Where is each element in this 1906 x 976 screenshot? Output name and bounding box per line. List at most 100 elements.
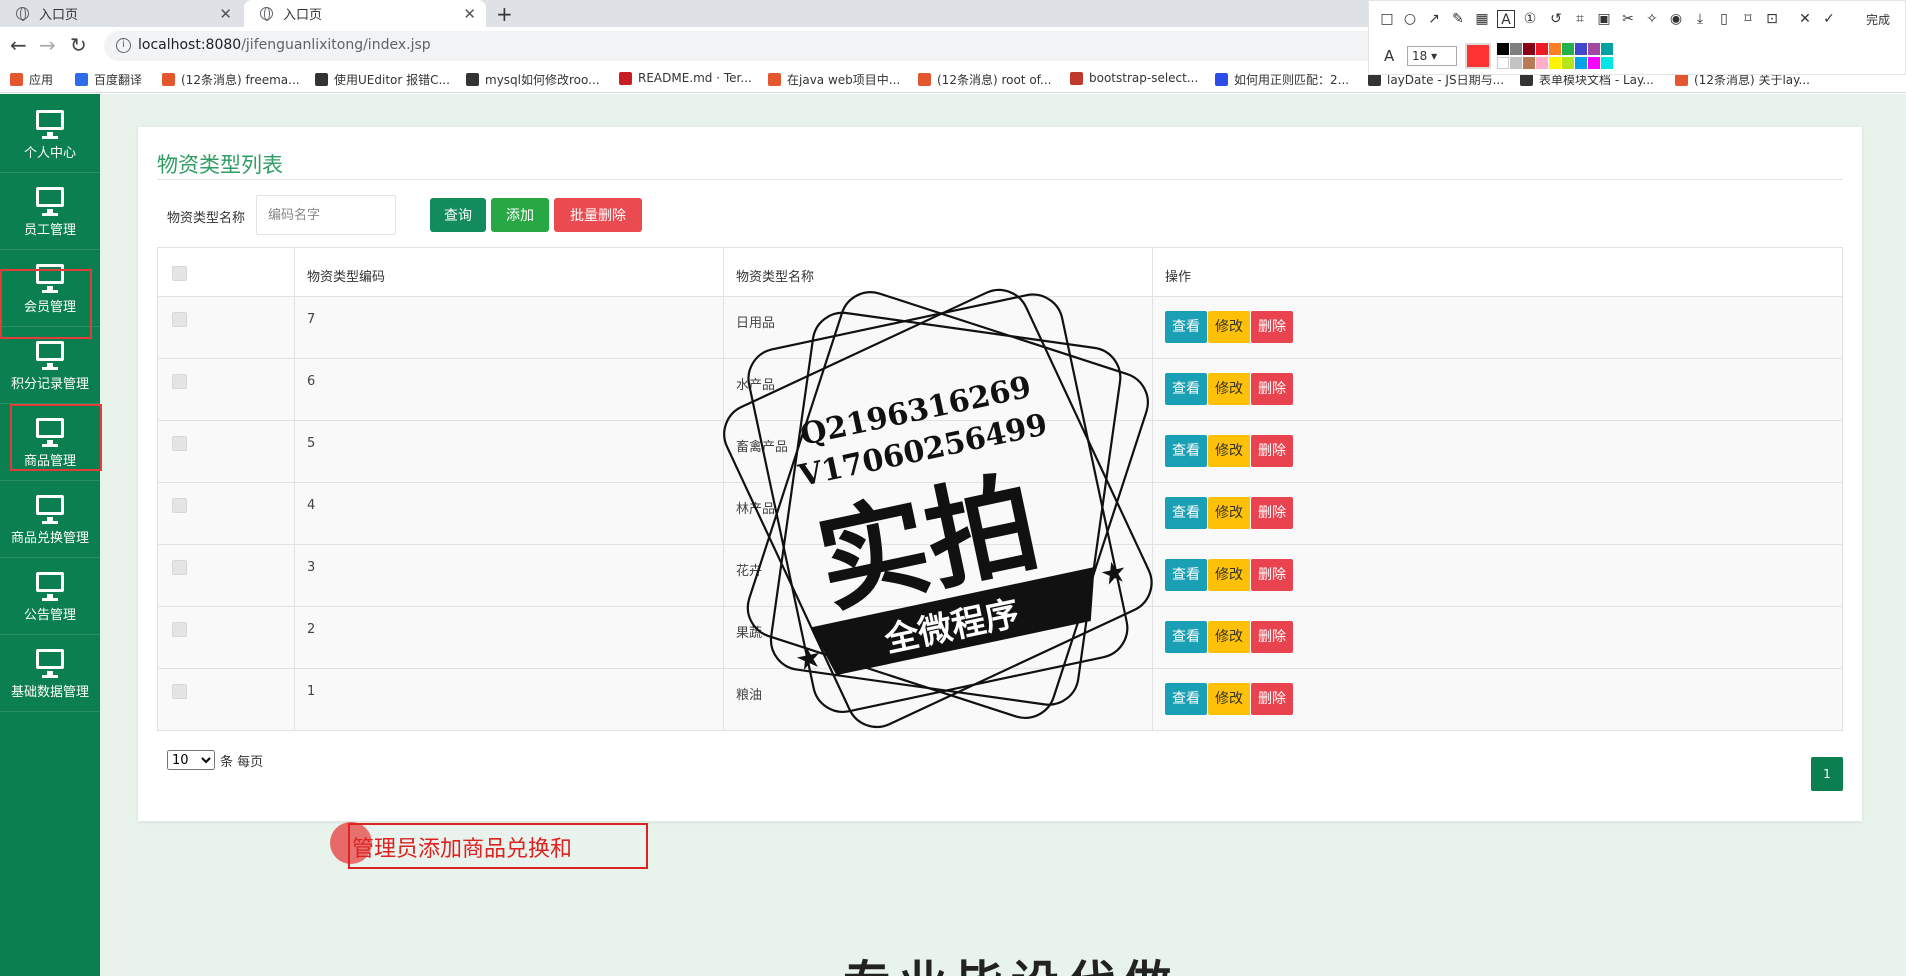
ellipse-tool-icon[interactable]: ○ — [1401, 10, 1419, 28]
baidu-paw-icon — [1215, 73, 1228, 86]
info-icon[interactable]: i — [116, 38, 131, 53]
color-swatch[interactable] — [1562, 57, 1574, 69]
color-swatch[interactable] — [1549, 43, 1561, 55]
download-icon[interactable]: ⤓ — [1691, 10, 1709, 28]
page-size-select[interactable]: 10 — [167, 750, 215, 770]
row-checkbox[interactable] — [172, 312, 187, 327]
browser-tab-2[interactable]: 入口页 ✕ — [244, 0, 486, 27]
pagination-page-1[interactable]: 1 — [1811, 757, 1843, 791]
watermark-stamp: Q2196316269 V17060256499 实拍 全微程序 ★ ★ — [723, 288, 1153, 729]
cancel-icon[interactable]: ✕ — [1796, 10, 1814, 28]
bookmark-item[interactable]: README.md · Ter... — [619, 71, 752, 85]
bookmark-item[interactable]: mysql如何修改roo... — [466, 71, 600, 88]
sidebar-item[interactable]: 员工管理 — [0, 173, 100, 250]
color-swatch[interactable] — [1601, 57, 1613, 69]
row-select-cell — [157, 482, 295, 545]
bookmark-item[interactable]: 百度翻译 — [75, 71, 142, 88]
color-swatch[interactable] — [1575, 57, 1587, 69]
add-button[interactable]: 添加 — [491, 198, 549, 232]
row-checkbox[interactable] — [172, 560, 187, 575]
font-size-select[interactable]: 18 ▾ — [1407, 46, 1457, 66]
phone-icon[interactable]: ▯ — [1715, 10, 1733, 28]
delete-button[interactable]: 删除 — [1251, 497, 1293, 529]
bookmark-item[interactable]: 应用 — [10, 71, 53, 88]
pin-icon[interactable]: ⊡ — [1763, 10, 1781, 28]
color-swatch[interactable] — [1536, 57, 1548, 69]
cell-code: 7 — [294, 296, 724, 359]
delete-button[interactable]: 删除 — [1251, 435, 1293, 467]
back-arrow-icon[interactable]: ← — [10, 33, 27, 57]
delete-button[interactable]: 删除 — [1251, 373, 1293, 405]
edit-button[interactable]: 修改 — [1208, 683, 1250, 715]
color-swatch[interactable] — [1588, 57, 1600, 69]
sidebar-item[interactable]: 商品兑换管理 — [0, 481, 100, 558]
crop-tool-icon[interactable]: ⌗ — [1571, 10, 1589, 28]
record-icon[interactable]: ◉ — [1667, 10, 1685, 28]
sidebar-item[interactable]: 公告管理 — [0, 558, 100, 635]
color-swatch[interactable] — [1536, 43, 1548, 55]
row-checkbox[interactable] — [172, 684, 187, 699]
mosaic-tool-icon[interactable]: ▦ — [1473, 10, 1491, 28]
color-swatch[interactable] — [1510, 43, 1522, 55]
delete-button[interactable]: 删除 — [1251, 311, 1293, 343]
close-tab-icon[interactable]: ✕ — [463, 5, 476, 23]
sidebar-item[interactable]: 基础数据管理 — [0, 635, 100, 712]
edit-button[interactable]: 修改 — [1208, 311, 1250, 343]
csdn-icon — [162, 73, 175, 86]
reload-icon[interactable]: ↻ — [70, 33, 87, 57]
bookmark-icon[interactable]: ⌑ — [1739, 10, 1757, 28]
done-label[interactable]: 完成 — [1866, 11, 1890, 28]
color-swatch[interactable] — [1497, 43, 1509, 55]
search-input[interactable] — [256, 195, 396, 235]
browser-tab-1[interactable]: 入口页 ✕ — [0, 0, 242, 27]
row-checkbox[interactable] — [172, 374, 187, 389]
number-tool-icon[interactable]: ① — [1521, 10, 1539, 28]
color-swatch[interactable] — [1549, 57, 1561, 69]
text-tool-icon[interactable]: A — [1497, 10, 1515, 28]
sidebar-item[interactable]: 个人中心 — [0, 96, 100, 173]
edit-button[interactable]: 修改 — [1208, 559, 1250, 591]
edit-button[interactable]: 修改 — [1208, 621, 1250, 653]
row-checkbox[interactable] — [172, 622, 187, 637]
bookmark-item[interactable]: (12条消息) root of... — [918, 71, 1051, 88]
color-swatch[interactable] — [1588, 43, 1600, 55]
bookmark-label: bootstrap-select... — [1089, 71, 1199, 85]
color-swatch[interactable] — [1601, 43, 1613, 55]
undo-icon[interactable]: ↺ — [1547, 10, 1565, 28]
close-tab-icon[interactable]: ✕ — [219, 5, 232, 23]
batch-delete-button[interactable]: 批量删除 — [554, 198, 642, 232]
current-color-swatch[interactable] — [1465, 43, 1491, 69]
color-swatch[interactable] — [1510, 57, 1522, 69]
row-checkbox[interactable] — [172, 498, 187, 513]
magic-tool-icon[interactable]: ✧ — [1643, 10, 1661, 28]
arrow-tool-icon[interactable]: ↗ — [1425, 10, 1443, 28]
edit-button[interactable]: 修改 — [1208, 497, 1250, 529]
confirm-check-icon[interactable]: ✓ — [1820, 10, 1838, 28]
ocr-tool-icon[interactable]: ▣ — [1595, 10, 1613, 28]
sidebar-item-label: 商品兑换管理 — [10, 531, 89, 546]
color-swatch[interactable] — [1523, 43, 1535, 55]
select-all-checkbox[interactable] — [172, 266, 187, 281]
color-swatch[interactable] — [1523, 57, 1535, 69]
color-swatch[interactable] — [1575, 43, 1587, 55]
bookmark-item[interactable]: 在java web项目中... — [768, 71, 900, 88]
delete-button[interactable]: 删除 — [1251, 559, 1293, 591]
row-checkbox[interactable] — [172, 436, 187, 451]
rectangle-tool-icon[interactable]: □ — [1378, 10, 1396, 28]
color-swatch[interactable] — [1497, 57, 1509, 69]
delete-button[interactable]: 删除 — [1251, 621, 1293, 653]
bookmark-item[interactable]: (12条消息) freema... — [162, 71, 300, 88]
delete-button[interactable]: 删除 — [1251, 683, 1293, 715]
edit-button[interactable]: 修改 — [1208, 435, 1250, 467]
gitee-icon — [619, 71, 632, 85]
new-tab-icon[interactable]: + — [496, 2, 513, 26]
forward-arrow-icon[interactable]: → — [39, 33, 56, 57]
bookmark-item[interactable]: 使用UEditor 报错C... — [315, 71, 450, 88]
edit-button[interactable]: 修改 — [1208, 373, 1250, 405]
color-swatch[interactable] — [1562, 43, 1574, 55]
pen-tool-icon[interactable]: ✎ — [1449, 10, 1467, 28]
query-button[interactable]: 查询 — [430, 198, 486, 232]
bookmark-item[interactable]: bootstrap-select... — [1070, 71, 1198, 85]
bookmark-item[interactable]: 如何用正则匹配：2... — [1215, 71, 1349, 88]
scissor-tool-icon[interactable]: ✂ — [1619, 10, 1637, 28]
